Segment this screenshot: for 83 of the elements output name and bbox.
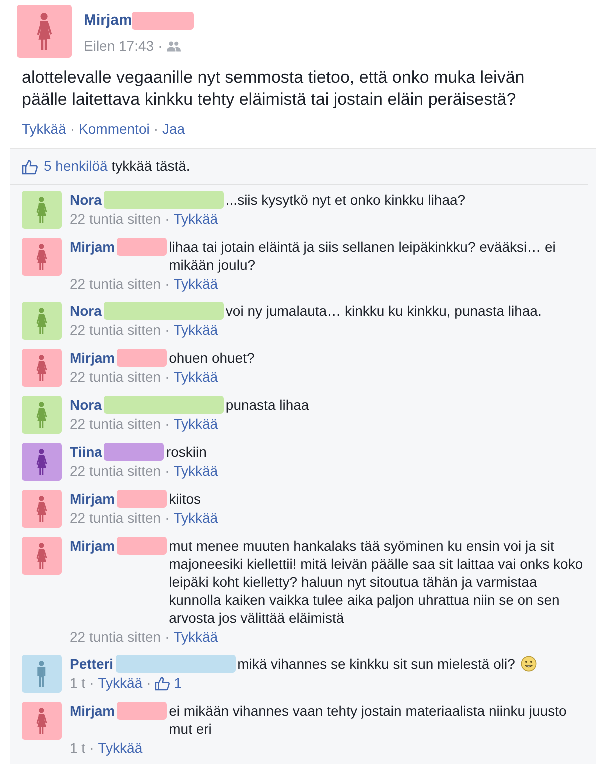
like-link[interactable]: Tykkää (174, 415, 218, 433)
avatar[interactable] (22, 443, 62, 481)
comment-text: mut menee muuten hankalaks tää syöminen ku ensin voi ja sit majoneesiki kiellettii! mitä leivän päälle saa sit laittaa vai onks koko leipäki koht kielletty? haluun nyt sitoutua tähän ja varmistaa kunnolla kaiken vaikka tulee aika paljon uhrattua niin se on sen arvosta jos välittää eläimistä (169, 537, 584, 627)
separator: · (165, 321, 170, 339)
comment-time[interactable]: 22 tuntia sitten (70, 368, 162, 386)
comment-time[interactable]: 22 tuntia sitten (70, 628, 162, 646)
comment-text: mikä vihannes se kinkku sit sun mielestä oli? (238, 655, 516, 673)
author-name[interactable]: Mirjam (70, 537, 116, 555)
comment-text: ohuen ohuet? (169, 349, 255, 367)
comment-time[interactable]: 1 t (70, 739, 86, 757)
redaction-bar (117, 349, 168, 367)
author-name[interactable]: Mirjam (70, 238, 116, 256)
avatar[interactable] (17, 5, 72, 58)
comment-text: voi ny jumalauta… kinkku ku kinkku, punasta lihaa. (226, 302, 542, 320)
avatar[interactable] (22, 302, 62, 340)
like-link[interactable]: Tykkää (174, 628, 218, 646)
author-name[interactable]: Nora (70, 191, 102, 209)
author-name[interactable]: Mirjam (84, 10, 132, 32)
separator: · (165, 462, 170, 480)
like-link[interactable]: Tykkää (174, 462, 218, 480)
author-name[interactable]: Mirjam (70, 490, 116, 508)
post-text: alottelevalle vegaanille nyt semmosta tietoo, että onko muka leivän päälle laitettava kinkku tehty eläimistä tai jostain eläin peräisestä? (21, 67, 526, 111)
avatar[interactable] (22, 396, 62, 434)
avatar[interactable] (22, 655, 62, 693)
thumbs-up-icon (22, 158, 38, 174)
post-time[interactable]: Eilen 17:43 (84, 36, 154, 56)
author-name[interactable]: Mirjam (70, 702, 116, 720)
avatar[interactable] (22, 238, 62, 276)
like-link[interactable]: Tykkää (98, 674, 143, 692)
like-link[interactable]: Tykkää (174, 275, 218, 293)
comment-time[interactable]: 22 tuntia sitten (70, 275, 162, 293)
redaction-bar (117, 537, 168, 555)
separator: · (69, 120, 76, 139)
comment-text: ...siis kysytkö nyt et onko kinkku lihaa? (226, 191, 466, 209)
like-link[interactable]: Tykkää (174, 509, 218, 527)
comment-text: kiitos (169, 490, 202, 508)
author-name[interactable]: Petteri (70, 655, 114, 673)
comment-time[interactable]: 22 tuntia sitten (70, 210, 162, 228)
likes-summary: 5 henkilöä tykkää tästä. (44, 157, 190, 176)
redaction-bar (117, 702, 168, 720)
comment-text: ei mikään vihannes vaan tehty jostain materiaalista niinku juusto mut eri (169, 702, 568, 738)
action-link[interactable]: Kommentoi (79, 119, 150, 140)
separator: · (152, 120, 160, 139)
comment-time[interactable]: 22 tuntia sitten (70, 415, 162, 433)
separator: · (90, 739, 94, 757)
action-link[interactable]: Tykkää (22, 119, 66, 140)
like-count[interactable]: 1 (174, 674, 182, 692)
separator: · (165, 415, 170, 433)
action-link[interactable]: Jaa (162, 119, 186, 140)
separator: · (165, 210, 170, 228)
avatar[interactable] (22, 702, 62, 740)
separator: · (165, 628, 170, 646)
redaction-bar (117, 490, 168, 508)
separator: · (146, 674, 152, 692)
like-link[interactable]: Tykkää (98, 739, 143, 757)
avatar[interactable] (22, 191, 62, 229)
separator: · (165, 368, 170, 386)
comment-time[interactable]: 22 tuntia sitten (70, 462, 162, 480)
friends-icon (166, 40, 181, 52)
author-name[interactable]: Tiina (70, 443, 102, 461)
redaction-bar (104, 443, 164, 461)
separator: · (165, 509, 170, 527)
comment-time[interactable]: 22 tuntia sitten (70, 321, 162, 339)
comment-text: lihaa tai jotain eläintä ja siis sellanen leipäkinkku? evääksi… ei mikään joulu? (169, 238, 557, 274)
avatar[interactable] (22, 537, 62, 575)
avatar[interactable] (22, 349, 62, 387)
author-name[interactable]: Nora (70, 302, 102, 320)
avatar[interactable] (22, 490, 62, 528)
comment-time[interactable]: 1 t (70, 674, 86, 692)
like-link[interactable]: Tykkää (174, 368, 218, 386)
like-link[interactable]: Tykkää (174, 210, 218, 228)
comment-time[interactable]: 22 tuntia sitten (70, 509, 162, 527)
redaction-bar (117, 238, 168, 256)
author-name[interactable]: Nora (70, 396, 102, 414)
thumbs-up-icon (155, 676, 170, 690)
redaction-bar (132, 12, 194, 30)
comment-text: punasta lihaa (226, 396, 310, 414)
comment-text: roskiin (166, 443, 207, 461)
like-link[interactable]: Tykkää (174, 321, 218, 339)
separator: · (90, 674, 94, 692)
separator: · (158, 36, 163, 56)
author-name[interactable]: Mirjam (70, 349, 116, 367)
separator: · (165, 275, 170, 293)
